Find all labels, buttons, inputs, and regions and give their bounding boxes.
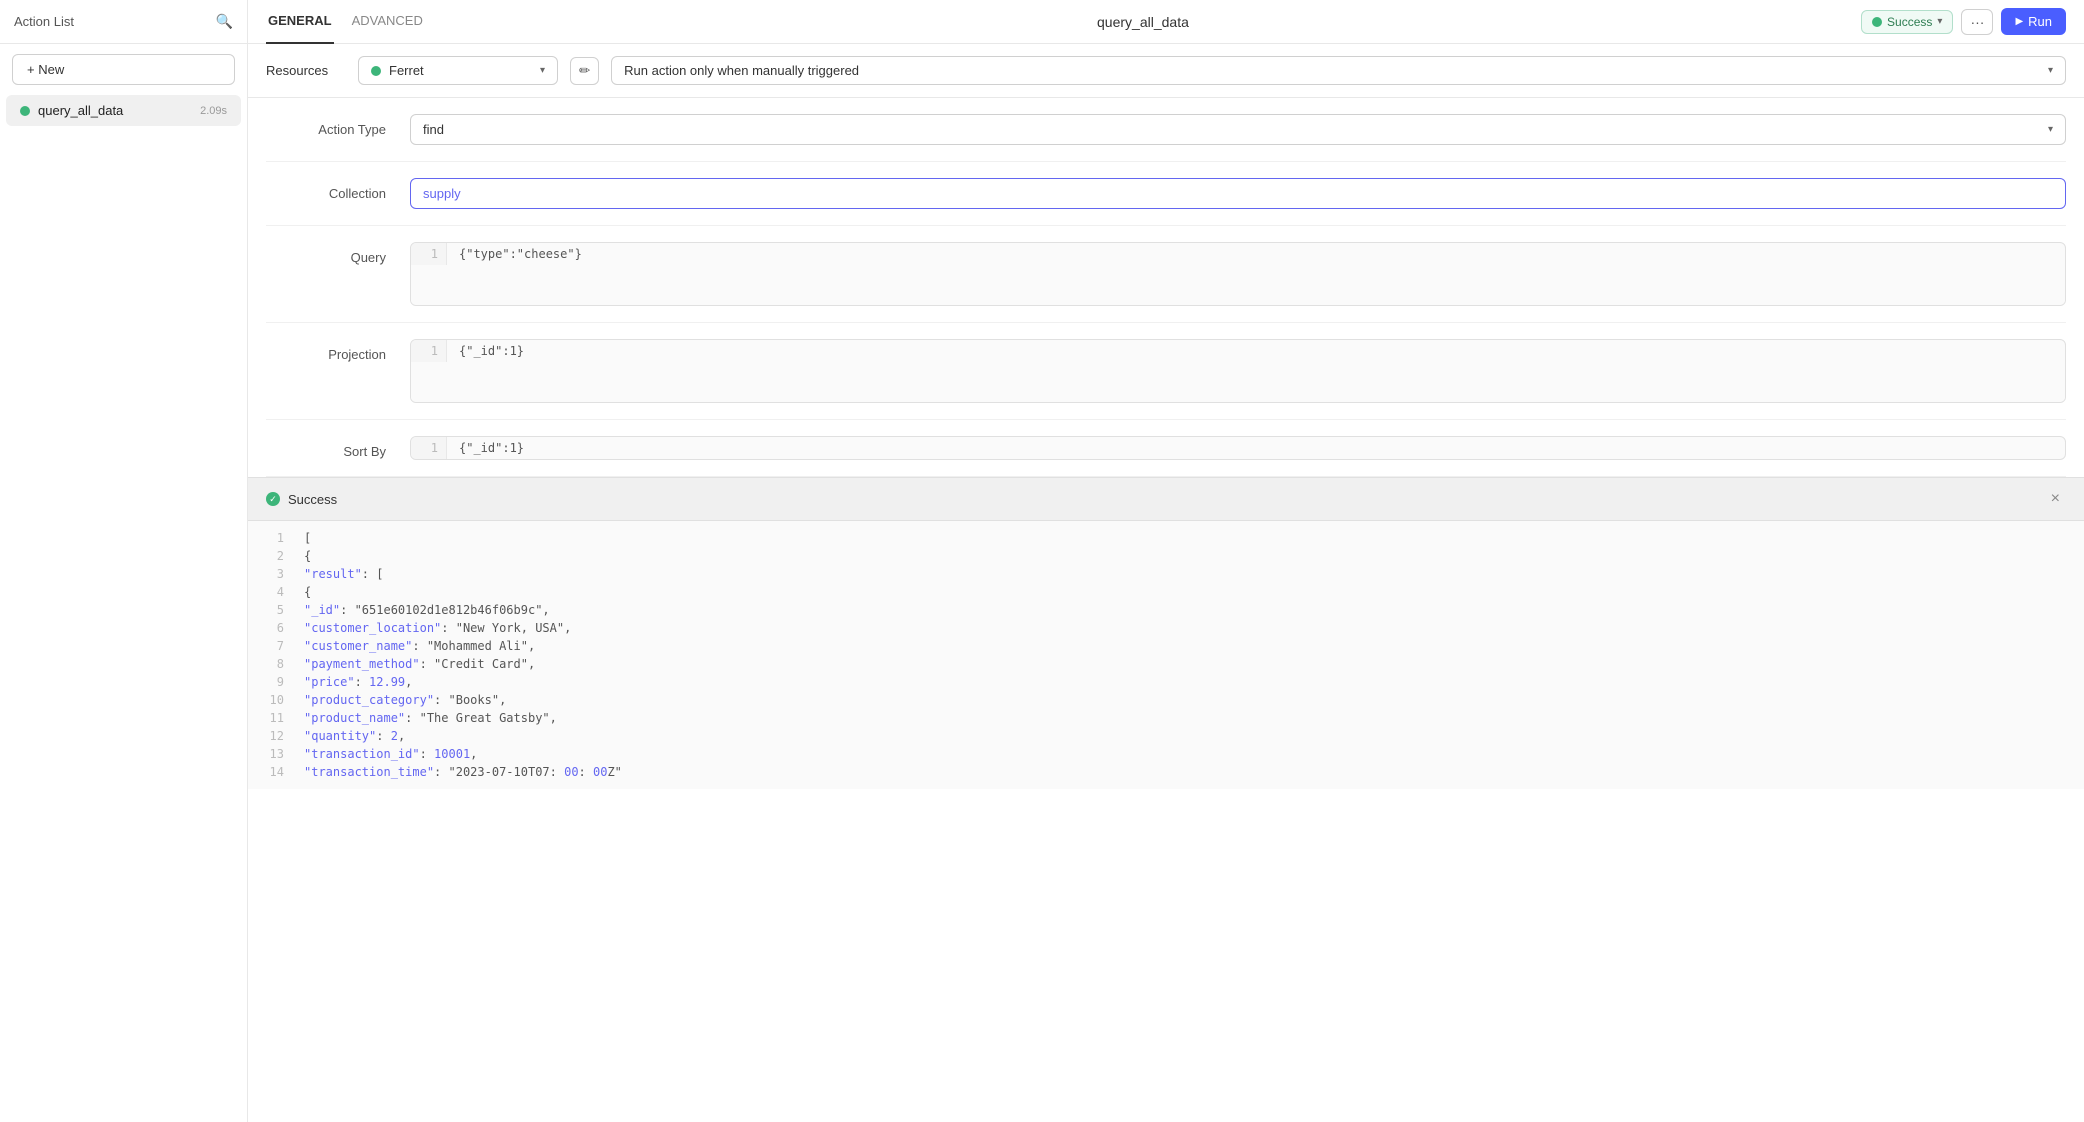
result-line: 7 "customer_name": "Mohammed Ali",	[248, 637, 2084, 655]
success-dot	[1872, 17, 1882, 27]
action-type-row: Action Type find ▾	[266, 98, 2066, 162]
topbar: GENERAL ADVANCED query_all_data Success …	[248, 0, 2084, 44]
sidebar-header: Action List 🔍	[0, 0, 247, 44]
query-editor[interactable]: 1 {"type":"cheese"}	[410, 242, 2066, 306]
check-icon: ✓	[269, 494, 277, 505]
result-line: 6 "customer_location": "New York, USA",	[248, 619, 2084, 637]
action-name: query_all_data	[441, 14, 1845, 30]
result-header: ✓ Success ×	[248, 478, 2084, 521]
edit-resource-button[interactable]: ✏	[570, 57, 599, 85]
projection-code-1: {"_id":1}	[447, 340, 536, 362]
result-line: 14 "transaction_time": "2023-07-10T07: 0…	[248, 763, 2084, 781]
sort-by-row: Sort By 1 {"_id":1}	[266, 420, 2066, 477]
result-line: 2 {	[248, 547, 2084, 565]
resource-dot	[371, 66, 381, 76]
search-icon[interactable]: 🔍	[216, 13, 233, 30]
resources-label: Resources	[266, 63, 346, 78]
sidebar-items: query_all_data 2.09s	[0, 95, 247, 1122]
result-line: 10 "product_category": "Books",	[248, 691, 2084, 709]
play-icon: ▶	[2015, 16, 2023, 27]
action-type-chevron-icon: ▾	[2048, 124, 2053, 135]
projection-line-1: 1 {"_id":1}	[411, 340, 2065, 362]
action-type-select[interactable]: find ▾	[410, 114, 2066, 145]
close-result-button[interactable]: ×	[2045, 488, 2066, 510]
action-type-value: find	[423, 122, 2048, 137]
result-panel: ✓ Success × 1[2 {3 "result": [4 {5 "_id"…	[248, 477, 2084, 789]
result-title: Success	[288, 492, 2037, 507]
more-options-button[interactable]: ···	[1961, 9, 1993, 35]
query-spacer	[411, 265, 2065, 305]
query-control: 1 {"type":"cheese"}	[410, 242, 2066, 306]
result-line: 13 "transaction_id": 10001,	[248, 745, 2084, 763]
sidebar: Action List 🔍 + New query_all_data 2.09s	[0, 0, 248, 1122]
new-action-button[interactable]: + New	[12, 54, 235, 85]
trigger-select[interactable]: Run action only when manually triggered …	[611, 56, 2066, 85]
tab-advanced[interactable]: ADVANCED	[350, 0, 425, 44]
sidebar-item-name: query_all_data	[38, 103, 192, 118]
tab-general[interactable]: GENERAL	[266, 0, 334, 44]
trigger-chevron-icon: ▾	[2048, 65, 2053, 76]
resource-name: Ferret	[389, 63, 532, 78]
status-dot	[20, 106, 30, 116]
sort-by-control: 1 {"_id":1}	[410, 436, 2066, 460]
collection-label: Collection	[266, 178, 386, 201]
result-line: 3 "result": [	[248, 565, 2084, 583]
trigger-label: Run action only when manually triggered	[624, 63, 859, 78]
query-line-1: 1 {"type":"cheese"}	[411, 243, 2065, 265]
topbar-actions: Success ▾ ··· ▶ Run	[1861, 8, 2066, 35]
sidebar-item-time: 2.09s	[200, 105, 227, 117]
result-line: 8 "payment_method": "Credit Card",	[248, 655, 2084, 673]
resource-chevron-icon: ▾	[540, 65, 545, 76]
projection-row: Projection 1 {"_id":1}	[266, 323, 2066, 420]
query-code-1: {"type":"cheese"}	[447, 243, 594, 265]
run-label: Run	[2028, 14, 2052, 29]
collection-row: Collection	[266, 162, 2066, 226]
sort-by-label: Sort By	[266, 436, 386, 459]
content-area: Resources Ferret ▾ ✏ Run action only whe…	[248, 44, 2084, 1122]
sidebar-title: Action List	[14, 14, 74, 29]
projection-control: 1 {"_id":1}	[410, 339, 2066, 403]
collection-control	[410, 178, 2066, 209]
result-line: 12 "quantity": 2,	[248, 727, 2084, 745]
collection-input[interactable]	[410, 178, 2066, 209]
run-button[interactable]: ▶ Run	[2001, 8, 2066, 35]
sidebar-item-query-all-data[interactable]: query_all_data 2.09s	[6, 95, 241, 126]
projection-spacer	[411, 362, 2065, 402]
resources-bar: Resources Ferret ▾ ✏ Run action only whe…	[248, 44, 2084, 98]
success-label: Success	[1887, 15, 1932, 29]
chevron-down-icon: ▾	[1937, 16, 1942, 27]
sort-by-code-1: {"_id":1}	[447, 437, 536, 459]
sort-by-line-1: 1 {"_id":1}	[411, 437, 2065, 459]
projection-label: Projection	[266, 339, 386, 362]
action-type-control: find ▾	[410, 114, 2066, 145]
projection-editor[interactable]: 1 {"_id":1}	[410, 339, 2066, 403]
query-row: Query 1 {"type":"cheese"}	[266, 226, 2066, 323]
form-area: Action Type find ▾ Collection	[248, 98, 2084, 477]
sort-by-editor[interactable]: 1 {"_id":1}	[410, 436, 2066, 460]
result-line: 5 "_id": "651e60102d1e812b46f06b9c",	[248, 601, 2084, 619]
result-success-dot: ✓	[266, 492, 280, 506]
action-type-label: Action Type	[266, 114, 386, 137]
main-panel: GENERAL ADVANCED query_all_data Success …	[248, 0, 2084, 1122]
resource-select[interactable]: Ferret ▾	[358, 56, 558, 85]
success-badge[interactable]: Success ▾	[1861, 10, 1953, 34]
result-line: 11 "product_name": "The Great Gatsby",	[248, 709, 2084, 727]
result-line: 1[	[248, 529, 2084, 547]
result-line: 4 {	[248, 583, 2084, 601]
result-body: 1[2 {3 "result": [4 {5 "_id": "651e60102…	[248, 521, 2084, 789]
result-line: 9 "price": 12.99,	[248, 673, 2084, 691]
query-label: Query	[266, 242, 386, 265]
